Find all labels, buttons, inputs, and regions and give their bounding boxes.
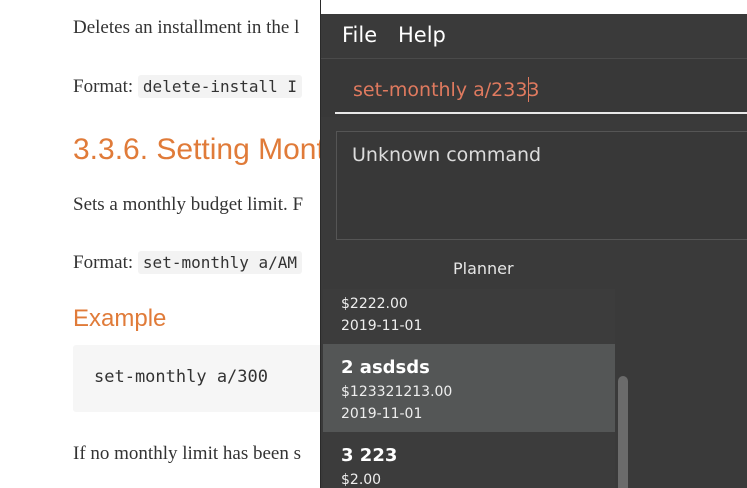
example-code: set-monthly a/300: [94, 367, 268, 387]
menu-bar: File Help: [321, 14, 747, 59]
item-title: 3 223: [341, 445, 398, 466]
item-amount: $123321213.00: [341, 384, 453, 400]
no-limit-description: If no monthly limit has been s: [73, 443, 301, 464]
title-bar[interactable]: [321, 0, 747, 14]
item-amount: $2.00: [341, 472, 382, 488]
menu-file[interactable]: File: [342, 23, 377, 47]
result-message: Unknown command: [352, 144, 542, 166]
set-monthly-description: Sets a monthly budget limit. F: [73, 194, 304, 215]
list-item[interactable]: 3 223 $2.00: [323, 432, 615, 488]
item-title: 2 asdsds: [341, 357, 430, 378]
item-amount: $2222.00: [341, 296, 408, 312]
item-date: 2019-11-01: [341, 318, 423, 334]
format-code: set-monthly a/AM: [137, 251, 303, 274]
menu-help[interactable]: Help: [398, 23, 446, 47]
delete-install-description: Deletes an installment in the l: [73, 17, 300, 38]
command-input-value: set-monthly a/2333: [353, 79, 540, 101]
format-line-delete: Format: delete-install I: [73, 75, 303, 98]
text-caret: [528, 77, 529, 102]
format-code: delete-install I: [137, 75, 303, 98]
list-item[interactable]: $2222.00 2019-11-01: [323, 289, 615, 343]
format-line-set-monthly: Format: set-monthly a/AM: [73, 251, 303, 274]
planner-list: $2222.00 2019-11-01 2 asdsds $123321213.…: [323, 289, 617, 488]
list-item-selected[interactable]: 2 asdsds $123321213.00 2019-11-01: [323, 344, 615, 432]
scrollbar-thumb[interactable]: [618, 376, 628, 488]
app-window: File Help set-monthly a/2333 Unknown com…: [320, 0, 747, 488]
command-box: set-monthly a/2333: [321, 59, 747, 117]
format-label: Format:: [73, 76, 134, 97]
planner-label: Planner: [453, 259, 514, 278]
format-label: Format:: [73, 252, 134, 273]
list-scrollbar[interactable]: [615, 289, 633, 488]
example-heading: Example: [73, 305, 167, 332]
item-date: 2019-11-01: [341, 406, 423, 422]
section-heading: 3.3.6. Setting Mont: [73, 133, 325, 166]
example-code-block: set-monthly a/300: [73, 345, 353, 412]
result-display: Unknown command: [336, 131, 747, 240]
